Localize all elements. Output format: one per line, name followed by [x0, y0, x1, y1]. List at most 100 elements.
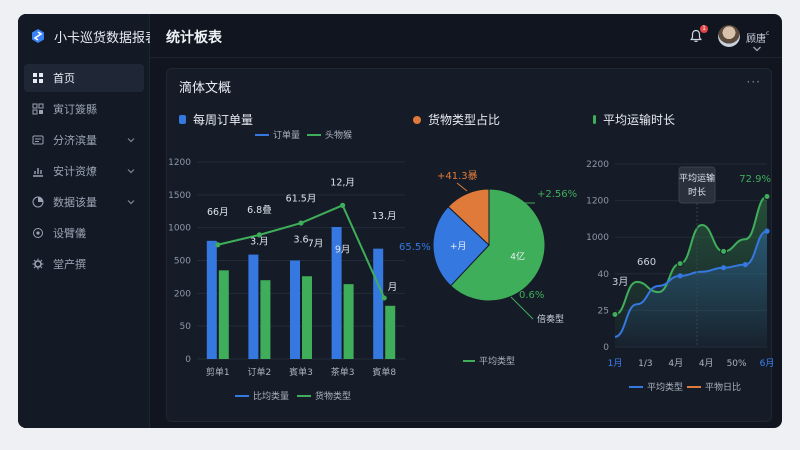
bar-series2	[260, 280, 271, 359]
sidebar-item-1[interactable]: 首页	[24, 64, 144, 92]
sidebar-nav: 首页寅订簽縣分济滨量安计资燎数据该量设臂儀堂产撰	[18, 64, 150, 281]
area-ytick-label: 1200	[586, 197, 609, 207]
bar-xtick-label: 剪单1	[206, 366, 230, 378]
notification-badge: 1	[700, 25, 708, 33]
pie-slice-label: 4亿	[510, 250, 525, 262]
bar-series1	[373, 248, 384, 359]
sidebar-item-label: 分济滨量	[53, 134, 97, 147]
area-annotation: 660	[637, 257, 656, 268]
bar-xtick-label: 茶单3	[331, 366, 355, 378]
area-legend-label: 平均类型	[647, 381, 683, 393]
area-point-green	[611, 310, 619, 318]
bar-xtick-label: 賓单3	[289, 366, 313, 378]
bar-series1	[206, 240, 217, 359]
bar-data-label: 66月	[207, 207, 229, 218]
bar-xtick-label: 订单2	[248, 366, 272, 378]
pie-annotation: 65.5%	[399, 242, 431, 253]
bar-trend-point	[381, 295, 387, 301]
area-legend-label: 平物日比	[705, 381, 741, 393]
bar-legend-label: 货物类型	[315, 390, 351, 402]
bar-data-label: 61.5月	[286, 193, 317, 204]
settings-icon	[33, 228, 43, 238]
bar-trend-point	[215, 242, 221, 248]
area-point-blue	[677, 273, 683, 279]
area-xtick-label: 50%	[727, 359, 747, 369]
bar-ytick-label: 1000	[168, 224, 191, 234]
logo-icon	[32, 29, 44, 43]
bar-ytick-label: 200	[174, 289, 191, 299]
pie-annotation: 倍奏型	[537, 313, 564, 325]
bar-legend-label: 比均类量	[253, 390, 289, 402]
area-xtick-label: 6月	[760, 358, 773, 369]
bar-data-label: 6.8叠	[247, 205, 272, 216]
app-window: 小卡巡货数据报表 首页寅订簽縣分济滨量安计资燎数据该量设臂儀堂产撰 统计板表 1…	[18, 14, 782, 428]
bar-series2	[302, 276, 312, 359]
avatar[interactable]	[718, 25, 740, 47]
chevron-down-icon	[127, 169, 135, 174]
bar-trend-point	[340, 202, 346, 208]
area-point-blue	[764, 228, 770, 234]
weekly-orders-chart: 0 50 200 500 1000 1500 1200 剪单1 订单2 賓单3 茶单3 賓单8 66月 6…	[168, 129, 773, 402]
user-menu[interactable]: 顾唐c	[746, 30, 782, 56]
area-point-blue	[742, 262, 748, 268]
list-icon	[32, 135, 44, 145]
bar-data-label: 3.6	[293, 235, 308, 246]
bar-legend-label: 头物猴	[325, 129, 352, 141]
user-name: 顾唐	[746, 34, 766, 45]
page-title: 统计板表	[166, 30, 222, 46]
bar-trend-line	[217, 204, 386, 299]
overview-panel: 滴体文概 ··· 每周订单量 货物类型占比 平均运输时长 0 50 200 500 10…	[166, 68, 773, 422]
chevron-down-icon	[127, 200, 135, 205]
sidebar: 小卡巡货数据报表 首页寅订簽縣分济滨量安计资燎数据该量设臂儀堂产撰	[18, 14, 150, 428]
bar-data-label: 12,月	[330, 178, 355, 189]
bar-data-label: 13.月	[372, 211, 397, 222]
area-tooltip-text: 平均运输	[679, 172, 715, 184]
brand[interactable]: 小卡巡货数据报表	[18, 14, 150, 58]
pie-icon	[32, 196, 44, 208]
area-tooltip-text: 时长	[688, 186, 706, 198]
sidebar-item-label: 寅订簽縣	[53, 103, 97, 116]
sidebar-item-7[interactable]: 堂产撰	[24, 250, 144, 278]
bar-xtick-label: 賓单8	[372, 366, 396, 378]
area-point-blue	[720, 265, 727, 271]
grid-icon	[33, 73, 43, 83]
bar-data-label: 3.月	[250, 237, 269, 248]
sidebar-item-label: 安计资燎	[53, 165, 97, 178]
bar-trend-point	[298, 220, 304, 226]
bar-ytick-label: 0	[185, 355, 191, 365]
bar-data-label: 9月	[335, 245, 351, 256]
area-xtick-label: 4月	[699, 358, 714, 369]
bar-series2	[385, 305, 396, 359]
sidebar-item-4[interactable]: 安计资燎	[24, 157, 144, 185]
chart-icon	[33, 168, 43, 177]
pie-annotation: 0.6%	[519, 290, 544, 301]
bar-series1	[290, 260, 300, 359]
sidebar-item-label: 数据该量	[53, 196, 97, 209]
pie-slice-label: +月	[450, 241, 467, 252]
top-bar: 统计板表 1 顾唐c	[150, 14, 782, 58]
area-point-green	[763, 193, 771, 201]
sidebar-item-6[interactable]: 设臂儀	[24, 219, 144, 247]
bar-ytick-label: 50	[180, 322, 192, 332]
sidebar-item-label: 首页	[53, 72, 75, 85]
area-ytick-label: 40	[598, 270, 610, 280]
sidebar-item-3[interactable]: 分济滨量	[24, 126, 144, 154]
bar-series2	[218, 270, 229, 359]
bar-ytick-label: 1200	[168, 158, 191, 168]
pie-legend-label: 平均类型	[479, 355, 515, 367]
bar-series1	[248, 254, 259, 359]
grid-dots-icon	[32, 103, 44, 115]
sidebar-item-5[interactable]: 数据该量	[24, 188, 144, 216]
bar-data-label: 月	[388, 282, 398, 293]
gear-icon	[32, 258, 44, 270]
area-ytick-label: 2200	[586, 160, 609, 170]
bar-ytick-label: 500	[174, 257, 191, 267]
sidebar-item-label: 堂产撰	[53, 258, 86, 271]
sidebar-item-2[interactable]: 寅订簽縣	[24, 95, 144, 123]
area-ytick-label: 1000	[586, 233, 609, 243]
pie-annotation: +41.3暴	[437, 170, 478, 182]
area-annotation: 72.9%	[739, 174, 771, 185]
pie-annotation: +2.56%	[537, 189, 577, 200]
area-annotation: 3月	[612, 276, 628, 288]
bar-ytick-label: 1500	[168, 191, 191, 201]
